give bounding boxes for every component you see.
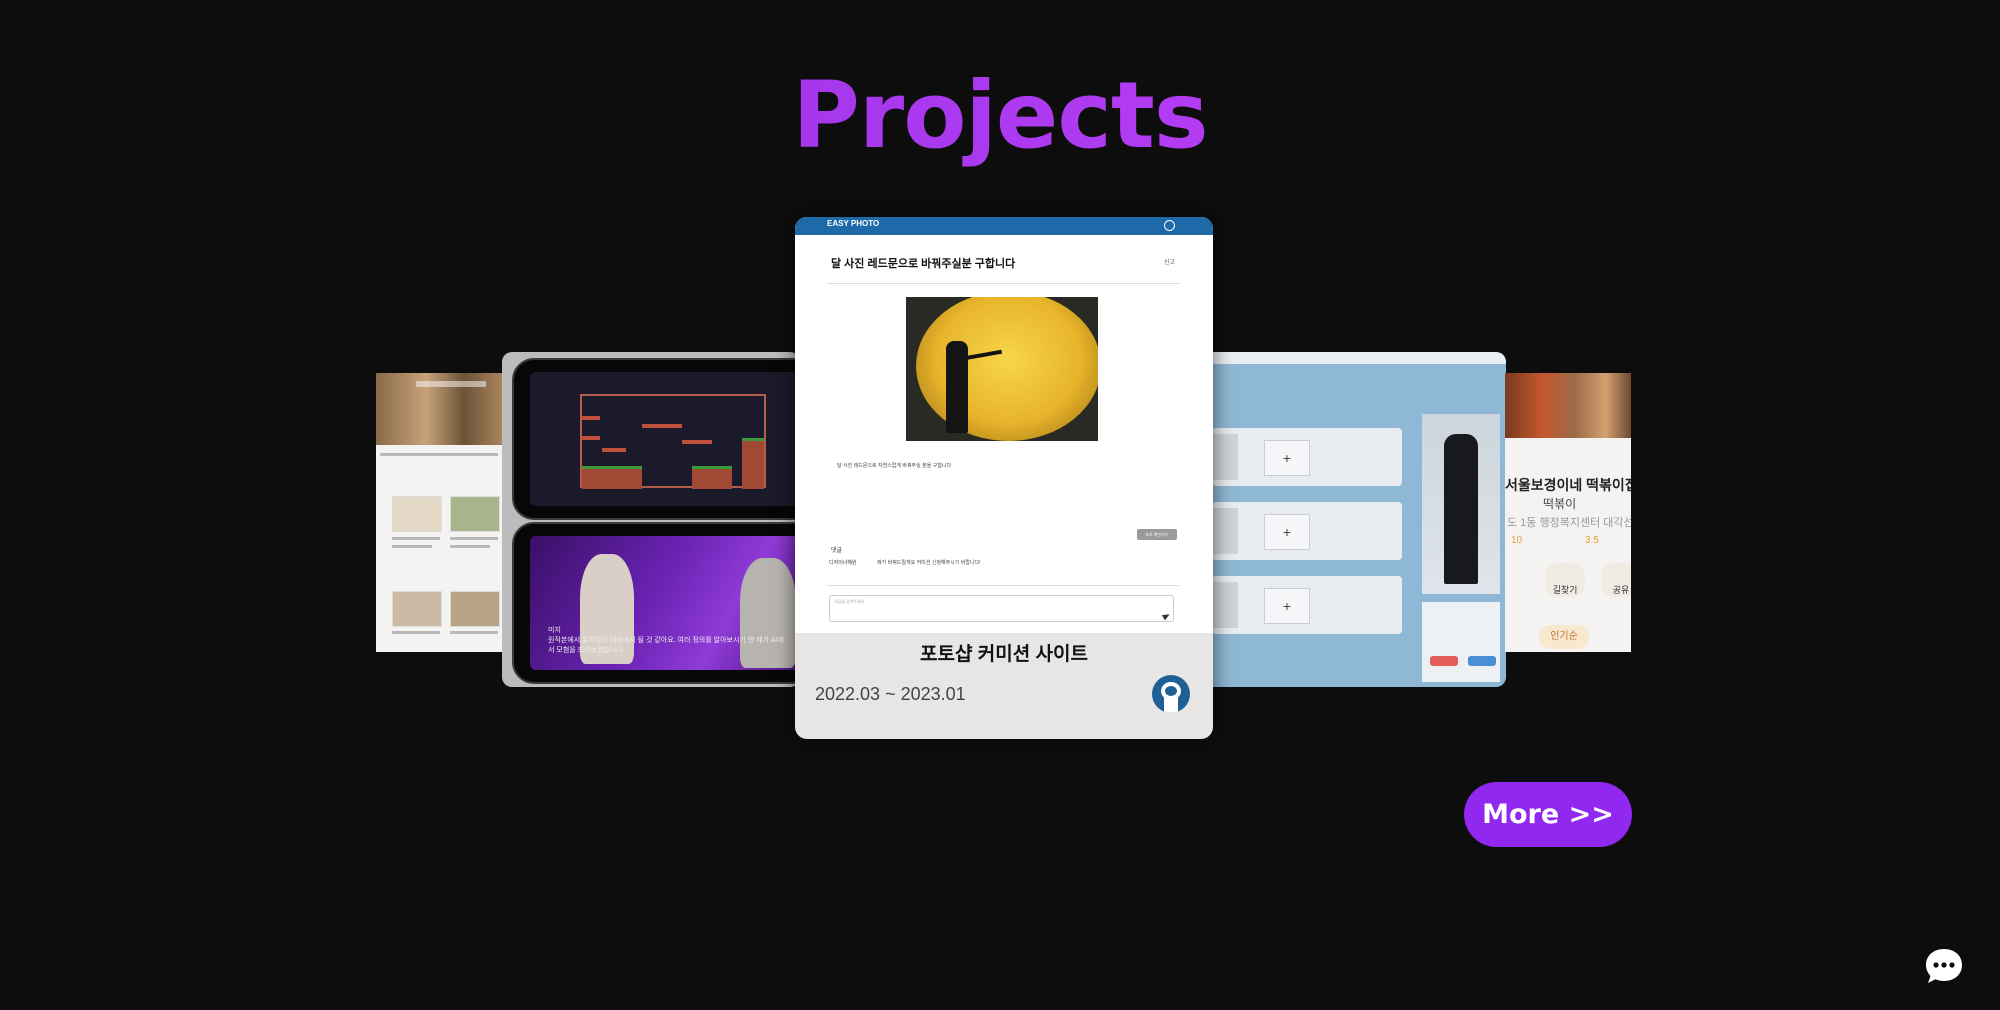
clothing-slot: + <box>1212 428 1402 486</box>
pet-thumbnail <box>450 591 500 627</box>
model-photo <box>1422 414 1500 594</box>
commission-button: 포토 확인하기 <box>1137 529 1177 540</box>
text-line <box>392 631 440 634</box>
comment-text: 제가 바꿔드릴게요 커미션 신청해주시기 바랍니다! <box>877 560 981 566</box>
project-card-food[interactable]: 서울보경이네 떡볶이집 떡볶이 도 1동 행정복지센터 대각선 10 3.5 길… <box>1505 373 1631 652</box>
text-line <box>450 631 498 634</box>
game-level <box>580 394 766 489</box>
project-card-closet[interactable]: + + + <box>1200 352 1506 687</box>
project-card-pet-site[interactable] <box>376 373 502 652</box>
text-line <box>380 453 498 456</box>
report-link: 신고 <box>1163 260 1175 266</box>
phone-mockup: 미지 원작본에서 유저와의 대화에서 될 것 같아요. 여러 정의를 알아보시기… <box>512 522 800 684</box>
comment-input: 댓글을 남겨주세요 <box>829 595 1174 622</box>
user-icon <box>1164 220 1175 231</box>
site-logo: EASY PHOTO <box>827 219 880 228</box>
divider <box>827 283 1179 284</box>
closet-chat-panel <box>1422 602 1500 682</box>
project-card-featured[interactable]: EASY PHOTO 달 사진 레드문으로 바꿔주실분 구합니다 신고 달 사진… <box>795 217 1213 739</box>
story-speaker: 미지 <box>548 627 561 634</box>
add-icon: + <box>1264 440 1310 476</box>
post-title: 달 사진 레드문으로 바꿔주실분 구합니다 <box>831 258 1016 270</box>
food-address: 도 1동 행정복지센터 대각선 <box>1507 517 1631 529</box>
more-projects-button[interactable]: More >> <box>1464 782 1632 847</box>
comment-placeholder: 댓글을 남겨주세요 <box>834 599 865 604</box>
text-line <box>450 537 498 540</box>
closet-cancel-button <box>1430 656 1458 666</box>
text-line <box>450 545 490 548</box>
story-caption: 원작본에서 유저와의 대화에서 될 것 같아요. 여러 정의를 알아보시기 엔 … <box>548 637 785 654</box>
screenshot-header: EASY PHOTO <box>795 217 1213 235</box>
send-icon <box>1161 611 1172 621</box>
closet-confirm-button <box>1468 656 1496 666</box>
food-rating: 10 3.5 <box>1511 535 1599 546</box>
comments-heading: 댓글 <box>831 548 843 554</box>
moon-photo <box>906 297 1098 441</box>
chat-bubble-icon[interactable] <box>1924 946 1964 986</box>
divider <box>827 585 1179 586</box>
sort-popular-tag: 인기순 <box>1539 625 1589 649</box>
clothing-slot: + <box>1212 576 1402 634</box>
pet-thumbnail <box>392 591 442 627</box>
pet-site-nav <box>416 381 486 387</box>
phone-mockup <box>512 358 800 520</box>
github-icon[interactable] <box>1152 675 1190 713</box>
project-period: 2022.03 ~ 2023.01 <box>815 684 966 704</box>
pet-thumbnail <box>392 496 442 532</box>
pet-thumbnail <box>450 496 500 532</box>
food-photos <box>1505 373 1631 438</box>
closet-topbar <box>1200 352 1506 364</box>
text-line <box>392 545 432 548</box>
rating-score: 3.5 <box>1584 535 1599 546</box>
add-icon: + <box>1264 588 1310 624</box>
directions-button: 길찾기 <box>1545 563 1585 597</box>
food-category: 떡볶이 <box>1543 497 1577 511</box>
text-line <box>392 537 440 540</box>
rating-count: 10 <box>1511 535 1523 546</box>
story-screen: 미지 원작본에서 유저와의 대화에서 될 것 같아요. 여러 정의를 알아보시기… <box>530 536 800 670</box>
page-title: Projects <box>0 62 2000 169</box>
story-dialog: 미지 원작본에서 유저와의 대화에서 될 것 같아요. 여러 정의를 알아보시기… <box>548 626 788 656</box>
comment-author: 디자이너혜원 <box>829 560 857 566</box>
project-card-game[interactable]: 미지 원작본에서 유저와의 대화에서 될 것 같아요. 여러 정의를 알아보시기… <box>502 352 800 687</box>
add-icon: + <box>1264 514 1310 550</box>
post-body: 달 사진 레드문으로 자연스럽게 바꿔주실 분을 구합니다 <box>837 463 952 469</box>
share-button: 공유 <box>1601 563 1631 597</box>
project-name: 포토샵 커미션 사이트 <box>920 644 1088 665</box>
project-screenshot: EASY PHOTO 달 사진 레드문으로 바꿔주실분 구합니다 신고 달 사진… <box>795 217 1213 633</box>
food-store-title: 서울보경이네 떡볶이집 <box>1505 477 1631 493</box>
clothing-slot: + <box>1212 502 1402 560</box>
game-screen <box>530 372 800 506</box>
